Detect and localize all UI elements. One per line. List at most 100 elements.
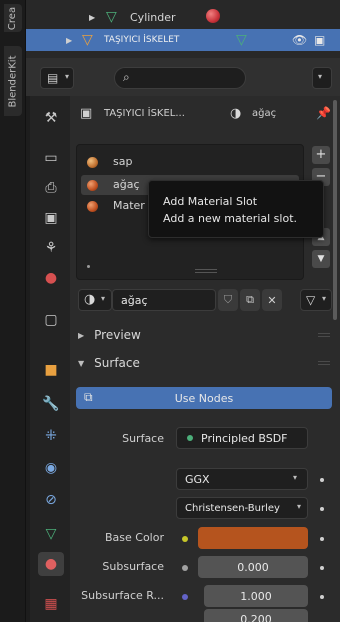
tab-render[interactable]: ▭ [38,146,64,170]
mesh-data-icon: ▽ [306,293,316,307]
tab-texture[interactable]: ▦ [38,592,64,616]
subsurface-radius-x-field[interactable]: 1.000 [204,585,308,607]
tab-physics[interactable]: ◉ [38,456,64,480]
shader-socket-icon [187,435,193,441]
chevron-down-icon: ▾ [318,72,323,81]
world-icon: ● [44,270,58,286]
base-color-swatch[interactable] [198,527,308,549]
options-dropdown[interactable]: ▾ [312,67,332,89]
panel-preview[interactable]: ▶ Preview [74,322,336,348]
use-nodes-label: Use Nodes [174,391,234,405]
object-icon: ▣ [80,106,93,121]
mesh-data-icon: ▽ [106,9,117,25]
properties-scrollbar[interactable] [333,100,337,320]
outliner-row-cylinder[interactable]: ▶ ▽ Cylinder [26,6,340,28]
distribution-value: GGX [185,472,210,486]
outliner-name: Cylinder [130,10,176,24]
object-name: TAŞIYICI İSKEL... [104,108,185,119]
collapse-triangle-icon: ▶ [78,330,85,340]
collection-icon: ▢ [44,312,58,328]
tab-blenderkit-label: BlenderKit [7,55,19,107]
add-slot-button[interactable]: + [312,146,330,164]
tab-blenderkit[interactable]: BlenderKit [4,46,22,116]
tab-constraints[interactable]: ⊘ [38,488,64,512]
list-item[interactable]: sap [81,153,299,171]
tab-material[interactable]: ● [38,552,64,576]
render-icon: ▭ [44,150,58,166]
material-icon [87,180,98,191]
duplicate-material-button[interactable]: ⧉ [240,289,260,311]
tab-scene[interactable]: ⚘ [38,236,64,260]
slot-name: sap [113,155,133,168]
expand-triangle-icon: ▼ [78,358,85,368]
tab-tool[interactable]: ⚒ [38,106,64,130]
outliner-row-tasiyici-iskelet[interactable]: ▶ ▽ TAŞIYICI İSKELET ▽ 👁 ▣ [26,29,340,51]
color-socket-icon [182,536,188,542]
tab-world[interactable]: ● [38,266,64,290]
subsurface-label: Subsurface [102,560,164,573]
panel-drag-grip[interactable] [318,361,330,365]
shield-icon: ⛉ [223,293,233,306]
tab-output[interactable]: ⎙ [38,176,64,200]
unlink-material-button[interactable]: ✕ [262,289,282,311]
panel-title: Preview [94,328,141,342]
material-icon: ◑ [84,292,96,307]
surface-shader: Principled BSDF [201,431,288,445]
material-icon: ◑ [230,106,242,121]
move-down-button[interactable]: ▼ [312,250,330,268]
surface-shader-field[interactable]: Principled BSDF [176,427,308,449]
vector-socket-icon [182,594,188,600]
mesh-data-icon: ▽ [45,526,57,542]
pin-icon[interactable]: 📌 [316,106,331,120]
camera-icon[interactable]: ▣ [314,33,325,47]
tab-object[interactable]: ■ [38,358,64,382]
panel-title: Surface [94,356,140,370]
chevron-down-icon: ▾ [293,473,298,482]
subsurface-value-field[interactable]: 0.000 [198,556,308,578]
panel-surface[interactable]: ▼ Surface [74,350,336,376]
particles-icon: ⁜ [45,428,57,444]
chevron-down-icon: ▾ [65,72,70,81]
material-name-header: ağaç [252,108,277,119]
link-dropdown[interactable]: ▽ ▾ [300,289,332,311]
close-icon: ✕ [267,293,277,307]
output-icon: ⎙ [45,180,57,196]
list-filter-toggle[interactable] [87,265,90,268]
editor-type-dropdown[interactable]: ▤ ▾ [40,67,74,89]
subsurface-method-dropdown[interactable]: Christensen-Burley ▾ [176,497,308,519]
tooltip-title: Add Material Slot [163,195,258,208]
tool-icon: ⚒ [44,110,58,126]
expand-triangle-icon[interactable]: ▶ [89,13,95,22]
tab-modifiers[interactable]: 🔧 [38,392,64,416]
search-icon: ⌕ [123,70,130,84]
object-icon: ■ [44,362,58,378]
base-color-label: Base Color [104,531,164,544]
search-input[interactable]: ⌕ [114,67,246,89]
tab-particles[interactable]: ⁜ [38,424,64,448]
material-name-field[interactable]: ağaç [112,289,216,311]
tooltip-description: Add a new material slot. [163,212,297,225]
expand-triangle-icon[interactable]: ▶ [66,36,72,45]
fake-user-button[interactable]: ⛉ [218,289,238,311]
subsurface-radius-y-field[interactable]: 0.200 [204,609,308,622]
eye-icon[interactable]: 👁 [292,33,307,47]
list-resize-grip[interactable] [195,269,217,273]
properties-tabs: ⚒ ▭ ⎙ ▣ ⚘ ● ▢ ■ 🔧 ⁜ ◉ ⊘ ▽ ● ▦ [30,96,70,622]
scene-icon: ⚘ [44,240,58,256]
properties-editor-icon: ▤ [47,71,59,85]
view-layer-icon: ▣ [44,210,58,226]
material-properties: ▣ TAŞIYICI İSKEL... ◑ ağaç 📌 sap ağaç Ma… [70,96,340,622]
socket-dot [320,595,324,599]
constraints-icon: ⊘ [45,492,57,508]
tab-data[interactable]: ▽ [38,522,64,546]
modifier-icon: ▽ [82,32,93,48]
panel-drag-grip[interactable] [318,333,330,337]
distribution-dropdown[interactable]: GGX ▾ [176,468,308,490]
tab-view-layer[interactable]: ▣ [38,206,64,230]
tab-create-label: Crea [7,6,19,30]
mesh-data-icon: ▽ [236,32,247,48]
tab-collection[interactable]: ▢ [38,308,64,332]
use-nodes-button[interactable]: ⧉ Use Nodes [76,387,332,409]
tab-create[interactable]: Crea [4,4,22,32]
browse-material-dropdown[interactable]: ◑ ▾ [78,289,112,311]
